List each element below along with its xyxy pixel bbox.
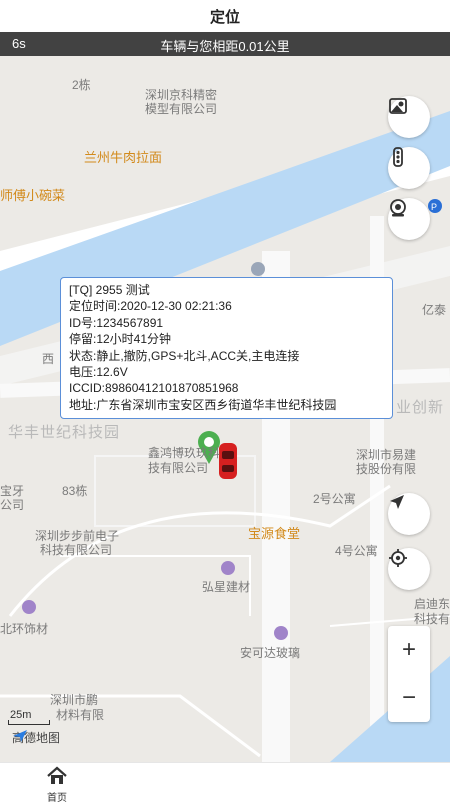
map-label: 83栋: [62, 484, 88, 498]
poi-label: 兰州牛肉拉面: [84, 150, 163, 165]
map-label: 材料有限: [56, 708, 105, 722]
navigate-button[interactable]: [388, 493, 430, 535]
map-layers-icon: [389, 98, 407, 114]
map-scale-bar: [8, 720, 50, 725]
locate-button[interactable]: [388, 548, 430, 590]
map-view[interactable]: P 2栋 深圳京科精密 模型有限公司 兰州牛肉拉面 师傅小碗菜 北门 亿泰 西 …: [0, 56, 450, 762]
navigation-arrow-icon: [390, 495, 404, 509]
distance-text: 车辆与您相距0.01公里: [160, 39, 290, 54]
page-title: 定位: [209, 8, 240, 26]
map-label: 深圳步步前电子: [35, 529, 120, 543]
map-label: 亿泰: [422, 303, 447, 317]
map-label: 启迪东: [414, 597, 450, 611]
street-camera-icon: [390, 199, 406, 217]
tab-home-label: 首页: [47, 793, 67, 804]
popup-id: ID号:1234567891: [69, 315, 164, 330]
map-label: 北环饰材: [0, 622, 49, 636]
distance-status-bar: 6s 车辆与您相距0.01公里: [0, 32, 450, 56]
map-label: 科技有限公司: [40, 543, 113, 557]
poi-marker: [221, 561, 235, 575]
map-label: 4号公寓: [335, 544, 378, 558]
map-label: 弘星建材: [202, 580, 251, 594]
vehicle-info-popup[interactable]: [TQ] 2955 测试 定位时间:2020-12-30 02:21:36 ID…: [60, 277, 393, 419]
map-label: 宝牙: [0, 484, 25, 498]
map-area-label: 业创新: [396, 399, 445, 416]
map-label: 深圳市鹏: [50, 693, 99, 707]
popup-voltage: 电压:12.6V: [69, 365, 128, 380]
svg-text:P: P: [431, 202, 437, 212]
poi-label: 师傅小碗菜: [0, 188, 66, 203]
street-view-button[interactable]: [388, 198, 430, 240]
map-attribution: 高德地图: [12, 729, 60, 746]
amap-logo-icon: [13, 730, 27, 742]
bottom-tab-bar: 首页: [0, 762, 450, 804]
home-icon: [47, 766, 67, 784]
map-label: 技股份有限: [356, 462, 417, 476]
map-label: 2号公寓: [313, 492, 356, 506]
map-label: 公司: [0, 498, 25, 512]
locate-target-icon: [389, 549, 407, 567]
popup-iccid: ICCID:89860412101870851968: [69, 381, 239, 396]
map-label: 技有限公司: [148, 461, 209, 475]
map-label: 科技有限: [414, 612, 450, 626]
popup-status: 状态:静止,撤防,GPS+北斗,ACC关,主电连接: [69, 348, 300, 363]
map-label: 西: [42, 352, 55, 366]
zoom-in-button[interactable]: +: [388, 626, 430, 674]
vehicle-car-icon: [219, 443, 237, 479]
map-label: 深圳市易建: [356, 448, 417, 462]
poi-label: 宝源食堂: [248, 526, 301, 541]
map-layers-button[interactable]: [388, 96, 430, 138]
poi-marker: [22, 600, 36, 614]
map-label: 安可达玻璃: [240, 646, 301, 660]
map-label: 2栋: [72, 78, 91, 92]
zoom-out-button[interactable]: −: [388, 674, 430, 722]
traffic-light-icon: [393, 147, 403, 167]
map-label: 模型有限公司: [145, 102, 218, 116]
traffic-toggle-button[interactable]: [388, 147, 430, 189]
map-area-label: 华丰世纪科技园: [8, 424, 121, 441]
popup-stay-duration: 停留:12小时41分钟: [69, 332, 172, 347]
tab-home[interactable]: 首页: [30, 766, 84, 804]
zoom-control: + −: [388, 626, 430, 722]
popup-address: 地址:广东省深圳市宝安区西乡街道华丰世纪科技园: [69, 397, 337, 412]
popup-location-time: 定位时间:2020-12-30 02:21:36: [69, 299, 232, 314]
app-header: 定位: [0, 0, 450, 32]
popup-device-name: [TQ] 2955 测试: [69, 283, 150, 297]
map-label: 鑫鸿博玖玖科: [148, 446, 221, 460]
map-label: 深圳京科精密: [145, 88, 218, 102]
poi-marker: [274, 626, 288, 640]
